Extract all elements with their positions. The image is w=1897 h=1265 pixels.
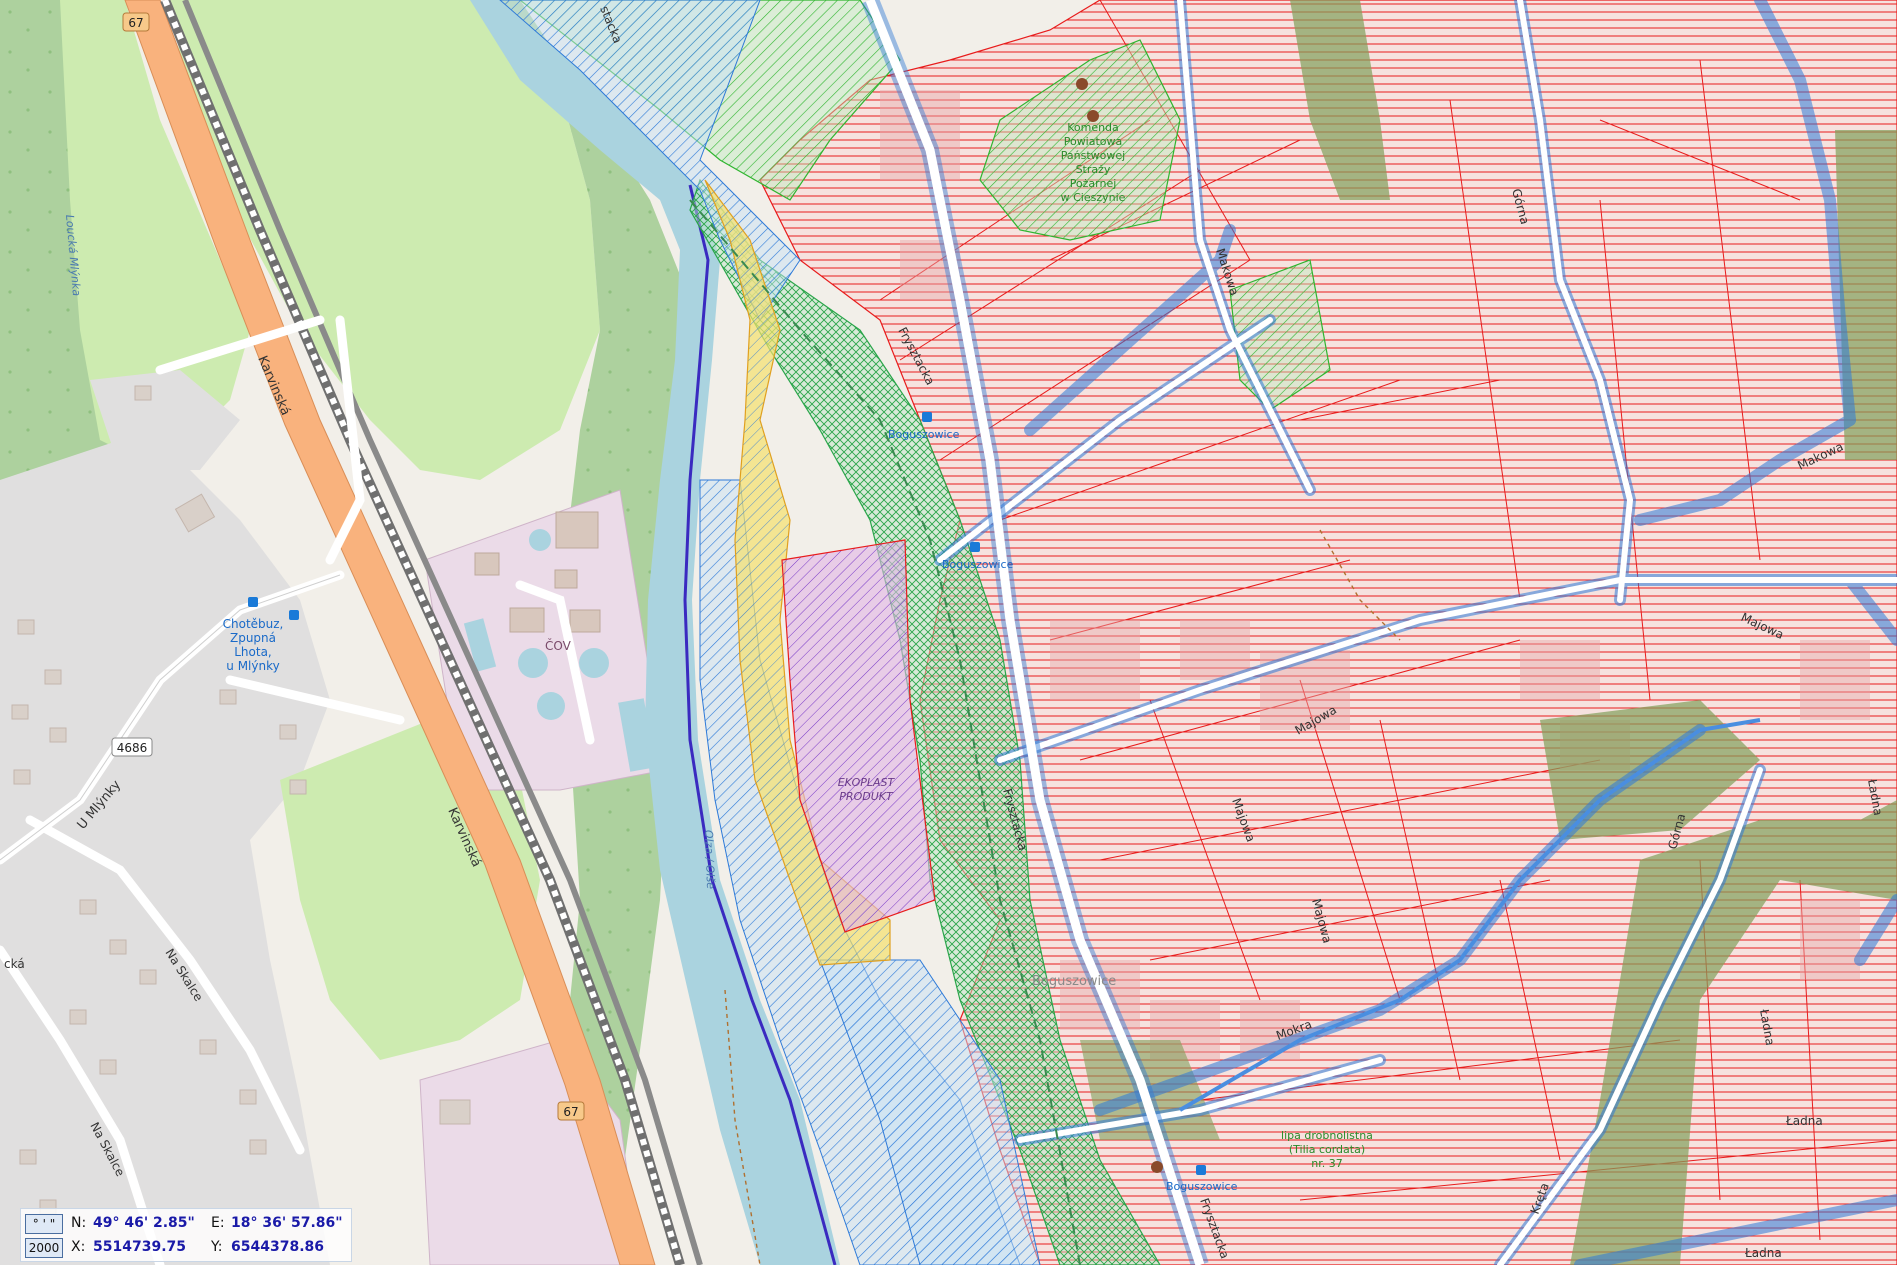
coord-n-value: 49° 46' 2.85" bbox=[93, 1215, 195, 1231]
label-ekoplast-1: EKOPLAST bbox=[838, 776, 896, 789]
label-boguszowice-town: Boguszowice bbox=[1032, 974, 1116, 989]
label-fire-5: Pożarnej bbox=[1070, 177, 1117, 190]
label-fire-4: Straży bbox=[1076, 163, 1111, 176]
tank bbox=[537, 692, 565, 720]
label-station-b: Boguszowice bbox=[942, 558, 1014, 571]
label-station-a: Boguszowice bbox=[888, 428, 960, 441]
coord-row-xy: 2000 X: 5514739.75 Y: 6544378.86 bbox=[21, 1235, 351, 1259]
label-cov: ČOV bbox=[545, 638, 572, 653]
label-cka: cká bbox=[4, 957, 25, 971]
coord-e-value: 18° 36' 57.86" bbox=[231, 1215, 343, 1231]
map-canvas[interactable]: 67 67 4686 Karvinská Karvinská U Mlýnky … bbox=[0, 0, 1897, 1265]
route-67-shield-north: 67 bbox=[122, 12, 150, 32]
svg-text:67: 67 bbox=[563, 1105, 578, 1119]
tank bbox=[579, 648, 609, 678]
route-67-shield-south: 67 bbox=[557, 1101, 585, 1121]
coordinate-readout: ° ' " N: 49° 46' 2.85" E: 18° 36' 57.86"… bbox=[20, 1208, 352, 1262]
label-ladna-c: Ładna bbox=[1785, 1114, 1823, 1128]
label-fire-3: Państwowej bbox=[1061, 149, 1125, 162]
coord-system-button[interactable]: 2000 bbox=[25, 1238, 63, 1258]
coord-format-button[interactable]: ° ' " bbox=[25, 1214, 63, 1234]
svg-text:67: 67 bbox=[128, 16, 143, 30]
label-bus-stop-line-1: Chotěbuz, bbox=[223, 617, 284, 631]
label-station-c: Boguszowice bbox=[1166, 1180, 1238, 1193]
label-ladna-d: Ładna bbox=[1744, 1246, 1782, 1260]
tank bbox=[529, 529, 551, 551]
label-tree-1: lipa drobnolistna bbox=[1281, 1129, 1373, 1142]
label-fire-6: w Cieszynie bbox=[1061, 191, 1126, 204]
label-fire-1: Komenda bbox=[1067, 121, 1119, 134]
label-ekoplast-2: PRODUKT bbox=[839, 790, 894, 803]
route-4686-shield: 4686 bbox=[111, 737, 153, 757]
coord-x-value: 5514739.75 bbox=[93, 1239, 186, 1255]
label-fire-2: Powiatowa bbox=[1064, 135, 1123, 148]
label-bus-stop-line-3: Lhota, bbox=[234, 645, 272, 659]
coord-row-geo: ° ' " N: 49° 46' 2.85" E: 18° 36' 57.86" bbox=[21, 1211, 351, 1235]
coord-x-label: X: bbox=[71, 1239, 86, 1255]
coord-n-label: N: bbox=[71, 1215, 87, 1231]
coord-y-value: 6544378.86 bbox=[231, 1239, 324, 1255]
tree-icon bbox=[1151, 1161, 1163, 1173]
tank bbox=[518, 648, 548, 678]
coord-e-label: E: bbox=[211, 1215, 225, 1231]
label-bus-stop-line-4: u Mlýnky bbox=[226, 659, 279, 673]
label-tree-3: nr. 37 bbox=[1311, 1157, 1342, 1170]
coord-y-label: Y: bbox=[211, 1239, 223, 1255]
svg-text:4686: 4686 bbox=[117, 741, 148, 755]
label-bus-stop-line-2: Zpupná bbox=[230, 631, 276, 645]
label-tree-2: (Tilia cordata) bbox=[1289, 1143, 1365, 1156]
label-olza: Olza / Olše bbox=[702, 830, 717, 890]
